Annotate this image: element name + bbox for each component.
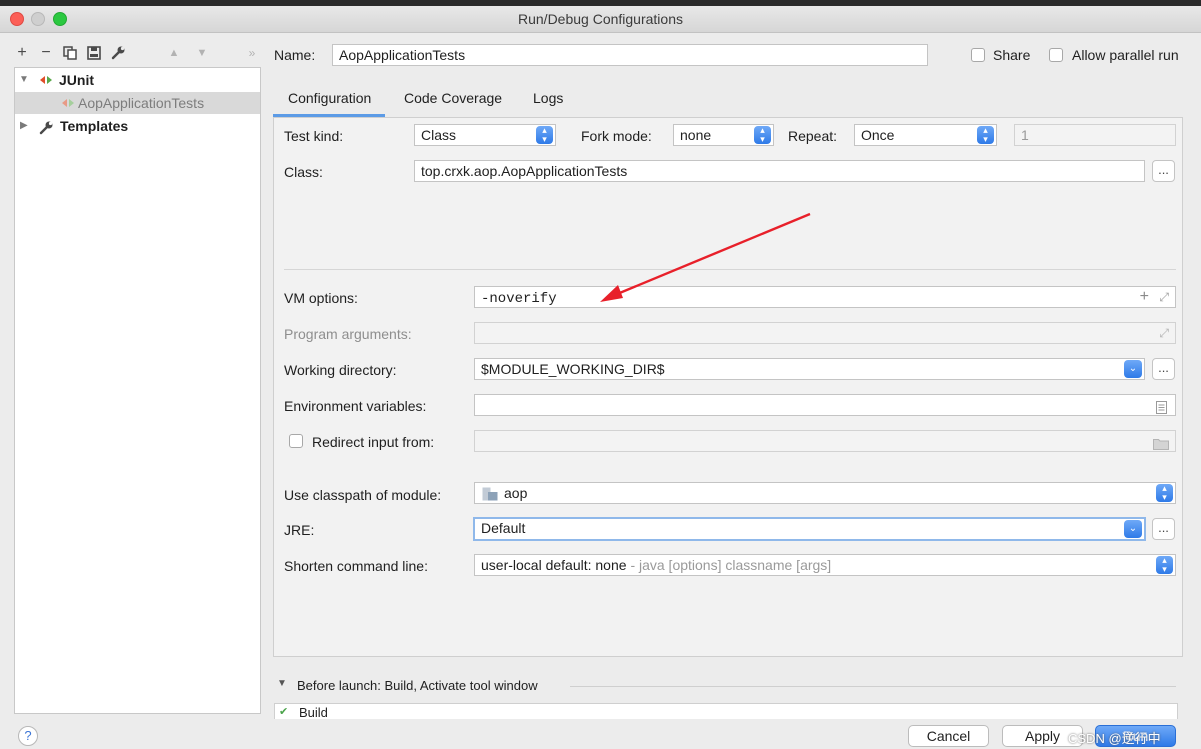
collapse-arrow-icon[interactable]: ▼ — [277, 678, 287, 689]
module-folder-icon — [482, 486, 498, 503]
chevron-updown-icon: ▴ ▾ — [1156, 556, 1173, 574]
add-icon[interactable]: + — [1140, 287, 1149, 307]
repeat-value: Once — [861, 127, 895, 143]
jre-input[interactable]: Default ⌄ — [473, 517, 1146, 541]
redirect-input-checkbox[interactable] — [289, 434, 303, 448]
working-directory-browse-button[interactable]: ... — [1152, 358, 1175, 380]
program-arguments-label: Program arguments: — [284, 326, 412, 342]
class-label: Class: — [284, 164, 323, 180]
environment-variables-input[interactable] — [474, 394, 1176, 416]
vm-options-input[interactable]: -noverify + ⤢ — [474, 286, 1176, 308]
tab-logs[interactable]: Logs — [533, 90, 563, 106]
title-bar: Run/Debug Configurations — [0, 6, 1201, 33]
shorten-command-line-select[interactable]: user-local default: none - java [options… — [474, 554, 1176, 576]
expanded-arrow-icon[interactable]: ▼ — [19, 69, 29, 91]
chevron-updown-icon: ▴ ▾ — [977, 126, 994, 144]
chevron-updown-icon: ▴ ▾ — [536, 126, 553, 144]
share-checkbox[interactable] — [971, 48, 985, 62]
expand-icon[interactable]: ⤢ — [1159, 287, 1169, 307]
working-directory-input[interactable]: $MODULE_WORKING_DIR$ ⌄ — [474, 358, 1145, 380]
run-debug-configurations-window: Run/Debug Configurations + − ▲ ▼ » ▼ JUn… — [0, 6, 1201, 749]
redirect-input-label: Redirect input from: — [312, 434, 435, 450]
tab-code-coverage[interactable]: Code Coverage — [404, 90, 502, 106]
configuration-panel — [273, 117, 1183, 657]
tab-configuration[interactable]: Configuration — [288, 90, 371, 106]
working-directory-label: Working directory: — [284, 362, 397, 378]
shorten-command-line-value: user-local default: none — [481, 557, 627, 573]
configurations-tree: ▼ JUnit AopApplicationTests ▶ Templates — [14, 67, 261, 714]
chevron-down-icon[interactable]: ⌄ — [1124, 360, 1142, 378]
annotation-arrow — [600, 212, 811, 302]
chevron-down-icon[interactable]: ⌄ — [1124, 520, 1142, 538]
copy-icon[interactable] — [60, 42, 80, 64]
wrench-icon[interactable] — [108, 42, 128, 64]
fork-mode-value: none — [680, 127, 712, 143]
environment-variables-label: Environment variables: — [284, 398, 427, 414]
classpath-module-label: Use classpath of module: — [284, 487, 442, 503]
vm-options-value: -noverify — [481, 291, 557, 307]
move-up-icon[interactable]: ▲ — [164, 42, 184, 64]
more-icon[interactable]: » — [242, 42, 262, 64]
separator — [570, 686, 1176, 687]
tree-item-templates[interactable]: ▶ Templates — [15, 115, 260, 137]
class-input[interactable]: top.crxk.aop.AopApplicationTests — [414, 160, 1145, 182]
remove-icon[interactable]: − — [36, 42, 56, 64]
document-icon[interactable] — [1156, 399, 1167, 415]
name-label: Name: — [274, 47, 316, 63]
fork-mode-label: Fork mode: — [581, 128, 652, 144]
working-directory-value: $MODULE_WORKING_DIR$ — [481, 361, 665, 377]
share-label: Share — [993, 47, 1031, 63]
build-icon: ✔ — [279, 706, 289, 718]
allow-parallel-run-label: Allow parallel run — [1072, 47, 1179, 63]
repeat-label: Repeat: — [788, 128, 838, 144]
classpath-module-select[interactable]: aop ▴ ▾ — [474, 482, 1176, 504]
repeat-count-input[interactable]: 1 — [1014, 124, 1176, 146]
collapsed-arrow-icon[interactable]: ▶ — [20, 115, 28, 137]
chevron-updown-icon: ▴ ▾ — [1156, 484, 1173, 502]
add-icon[interactable]: + — [12, 42, 32, 64]
expand-icon[interactable]: ⤢ — [1159, 323, 1169, 343]
configurations-toolbar: + − ▲ ▼ » — [12, 42, 262, 64]
cancel-button[interactable]: Cancel — [908, 725, 989, 747]
class-browse-button[interactable]: ... — [1152, 160, 1175, 182]
repeat-select[interactable]: Once ▴ ▾ — [854, 124, 997, 146]
name-input[interactable]: AopApplicationTests — [332, 44, 928, 66]
wrench-icon — [39, 115, 54, 143]
program-arguments-input[interactable]: ⤢ — [474, 322, 1176, 344]
chevron-updown-icon: ▴ ▾ — [754, 126, 771, 144]
test-kind-select[interactable]: Class ▴ ▾ — [414, 124, 556, 146]
tree-item-aop-application-tests[interactable]: AopApplicationTests — [15, 92, 260, 114]
window-title: Run/Debug Configurations — [518, 11, 683, 27]
jre-browse-button[interactable]: ... — [1152, 518, 1175, 540]
watermark-text: CSDN @逆行中 — [1068, 731, 1161, 746]
tree-label-junit: JUnit — [59, 72, 94, 88]
test-kind-value: Class — [421, 127, 457, 143]
before-launch-label: Before launch: Build, Activate tool wind… — [297, 678, 538, 693]
test-kind-label: Test kind: — [284, 128, 344, 144]
before-launch-item[interactable]: Build — [299, 705, 328, 720]
vm-options-label: VM options: — [284, 290, 358, 306]
fork-mode-select[interactable]: none ▴ ▾ — [673, 124, 774, 146]
folder-icon[interactable] — [1153, 435, 1169, 451]
shorten-command-line-hint: - java [options] classname [args] — [630, 557, 832, 573]
jre-value: Default — [481, 520, 526, 536]
jre-label: JRE: — [284, 522, 315, 538]
help-button[interactable]: ? — [18, 726, 38, 746]
tree-label-templates: Templates — [60, 118, 129, 134]
redirect-input-field[interactable] — [474, 430, 1176, 452]
shorten-command-line-label: Shorten command line: — [284, 558, 428, 574]
allow-parallel-run-checkbox[interactable] — [1049, 48, 1063, 62]
classpath-module-value: aop — [504, 485, 528, 501]
move-down-icon[interactable]: ▼ — [192, 42, 212, 64]
tree-item-junit[interactable]: ▼ JUnit — [15, 69, 260, 91]
tree-label-aop-application-tests: AopApplicationTests — [78, 95, 205, 111]
save-icon[interactable] — [84, 42, 104, 64]
